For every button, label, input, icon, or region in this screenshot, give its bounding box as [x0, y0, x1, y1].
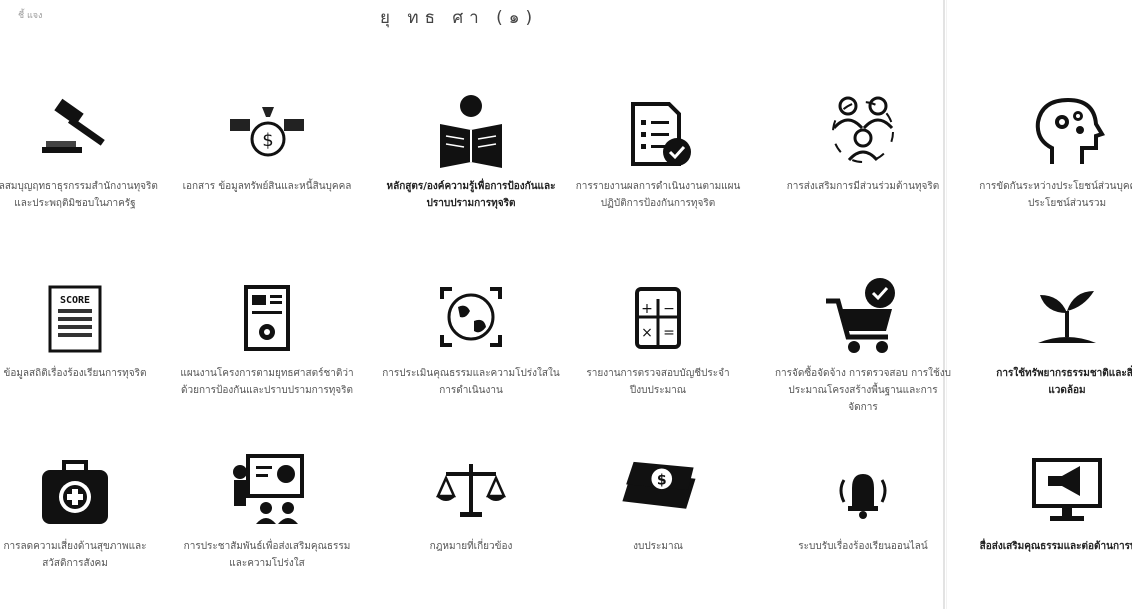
shopping-cart-icon — [818, 275, 908, 359]
service-tile-11[interactable]: การจัดซื้อจัดจ้าง การตรวจสอบ การใช้งบประ… — [768, 275, 958, 416]
service-label: แผนงานโครงการตามยุทธศาสตร์ชาติว่าด้วยการ… — [180, 368, 354, 396]
service-label: เอกสาร ข้อมูลทรัพย์สินและหนี้สินบุคคล — [182, 181, 352, 192]
service-label: การลดความเสี่ยงด้านสุขภาพและสวัสดิการสัง… — [3, 541, 147, 569]
service-tile-6[interactable]: การขัดกันระหว่างประโยชน์ส่วนบุคคลกับประโ… — [972, 88, 1132, 212]
svg-text:$: $ — [262, 130, 273, 151]
checklist-icon — [613, 88, 703, 172]
globe-scan-icon — [426, 275, 516, 359]
plant-sprout-icon — [1022, 275, 1112, 359]
svg-text:+: + — [641, 301, 653, 317]
people-network-icon — [818, 88, 908, 172]
service-tile-3[interactable]: หลักสูตร/องค์ความรู้เพื่อการป้องกันและปร… — [376, 88, 566, 212]
service-tile-5[interactable]: การส่งเสริมการมีส่วนร่วมต้านทุจริต — [768, 88, 958, 195]
brain-gears-icon — [1022, 88, 1112, 172]
page-title: ยุ ทธ ศา (๑) — [380, 8, 539, 28]
service-tile-7[interactable]: SCORE ข้อมูลสถิติเรื่องร้องเรียนการทุจริ… — [0, 275, 170, 382]
service-label: หลักสูตร/องค์ความรู้เพื่อการป้องกันและปร… — [386, 181, 556, 209]
service-label: กฎหมายที่เกี่ยวข้อง — [429, 541, 513, 552]
service-tile-10[interactable]: + − × = รายงานการตรวจสอบบัญชีประจำปีงบปร… — [563, 275, 753, 399]
balance-scale-icon — [426, 448, 516, 532]
service-tile-1[interactable]: มูลสมบุญฤทธาธุรกรรมสำนักงานทุจริตและประพ… — [0, 88, 170, 212]
first-aid-kit-icon — [30, 448, 120, 532]
service-tile-14[interactable]: การประชาสัมพันธ์เพื่อส่งเสริมคุณธรรมและค… — [172, 448, 362, 572]
service-tile-4[interactable]: การรายงานผลการดำเนินงานตามแผนปฏิบัติการป… — [563, 88, 753, 212]
service-tile-16[interactable]: $ งบประมาณ — [563, 448, 753, 555]
top-left-text: ชี้ แจง — [18, 11, 43, 21]
service-tile-8[interactable]: แผนงานโครงการตามยุทธศาสตร์ชาติว่าด้วยการ… — [172, 275, 362, 399]
document-gear-icon — [222, 275, 312, 359]
reading-person-icon — [426, 88, 516, 172]
service-label: การรายงานผลการดำเนินงานตามแผนปฏิบัติการป… — [575, 181, 741, 209]
presentation-icon — [222, 448, 312, 532]
service-tile-13[interactable]: การลดความเสี่ยงด้านสุขภาพและสวัสดิการสัง… — [0, 448, 170, 572]
svg-text:×: × — [641, 325, 653, 341]
service-label: ข้อมูลสถิติเรื่องร้องเรียนการทุจริต — [3, 368, 147, 379]
svg-text:$: $ — [657, 472, 667, 488]
service-label: การขัดกันระหว่างประโยชน์ส่วนบุคคลกับประโ… — [979, 181, 1132, 209]
svg-text:SCORE: SCORE — [60, 295, 90, 306]
service-label: รายงานการตรวจสอบบัญชีประจำปีงบประมาณ — [586, 368, 730, 396]
service-tile-9[interactable]: การประเมินคุณธรรมและความโปร่งใสในการดำเน… — [376, 275, 566, 399]
money-bag-icon: $ — [222, 88, 312, 172]
service-label: การประเมินคุณธรรมและความโปร่งใสในการดำเน… — [382, 368, 560, 396]
service-label: การจัดซื้อจัดจ้าง การตรวจสอบ การใช้งบประ… — [774, 368, 952, 413]
score-board-icon: SCORE — [30, 275, 120, 359]
service-tile-17[interactable]: ระบบรับเรื่องร้องเรียนออนไลน์ — [768, 448, 958, 555]
service-tile-15[interactable]: กฎหมายที่เกี่ยวข้อง — [376, 448, 566, 555]
money-icon: $ — [613, 448, 703, 532]
calculator-icon: + − × = — [613, 275, 703, 359]
service-label: งบประมาณ — [633, 541, 683, 552]
gavel-icon — [30, 88, 120, 172]
service-label: มูลสมบุญฤทธาธุรกรรมสำนักงานทุจริตและประพ… — [0, 181, 158, 209]
service-tile-2[interactable]: $ เอกสาร ข้อมูลทรัพย์สินและหนี้สินบุคคล — [172, 88, 362, 195]
alarm-bell-icon — [818, 448, 908, 532]
service-label: การใช้ทรัพยากรธรรมชาติและสิ่งแวดล้อม — [996, 368, 1132, 396]
monitor-megaphone-icon — [1022, 448, 1112, 532]
svg-text:=: = — [663, 325, 675, 341]
service-label: การส่งเสริมการมีส่วนร่วมต้านทุจริต — [786, 181, 940, 192]
service-tile-18[interactable]: สื่อส่งเสริมคุณธรรมและต่อต้านการทุจริต — [972, 448, 1132, 555]
service-tile-12[interactable]: การใช้ทรัพยากรธรรมชาติและสิ่งแวดล้อม — [972, 275, 1132, 399]
service-label: สื่อส่งเสริมคุณธรรมและต่อต้านการทุจริต — [979, 541, 1132, 552]
svg-text:−: − — [663, 301, 675, 317]
service-label: ระบบรับเรื่องร้องเรียนออนไลน์ — [798, 541, 928, 552]
service-label: การประชาสัมพันธ์เพื่อส่งเสริมคุณธรรมและค… — [183, 541, 351, 569]
